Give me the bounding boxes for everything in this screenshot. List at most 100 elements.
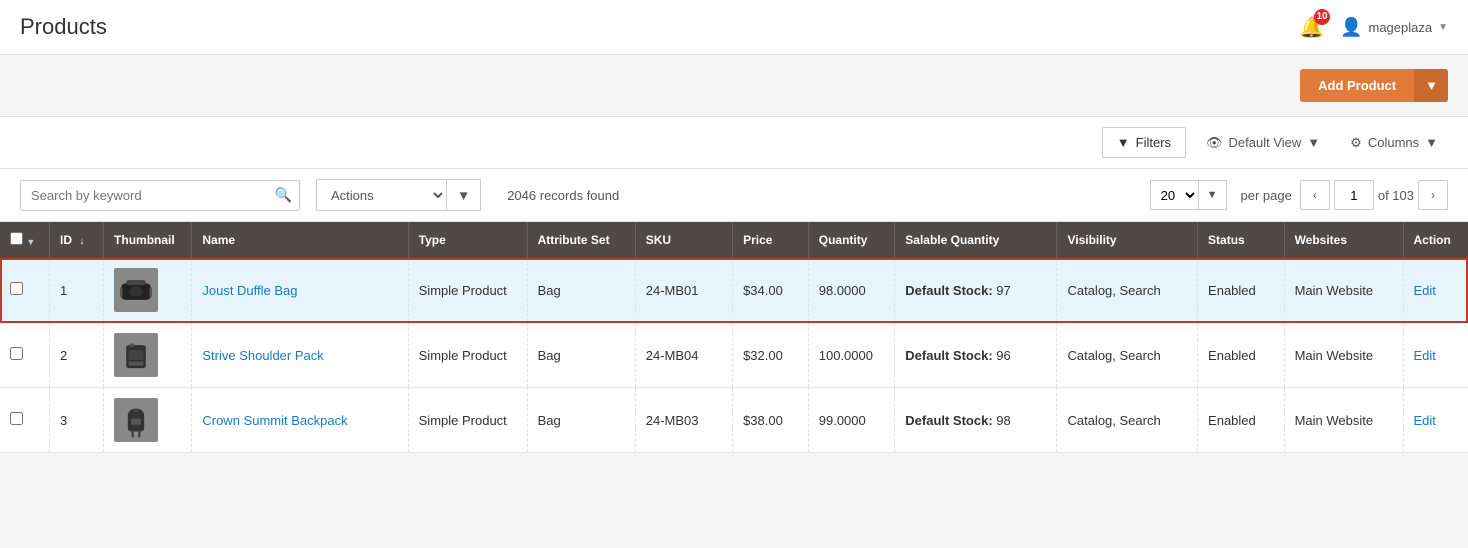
- th-status: Status: [1198, 222, 1285, 258]
- row-checkbox[interactable]: [10, 412, 23, 425]
- search-actions-bar: 🔍 Actions ▼ 2046 records found 20 ▼ per …: [0, 169, 1468, 222]
- row-websites: Main Website: [1284, 323, 1403, 388]
- id-sort-icon[interactable]: ↓: [79, 236, 84, 247]
- th-name-label: Name: [202, 233, 235, 247]
- th-action: Action: [1403, 222, 1468, 258]
- default-view-button[interactable]: 👁 Default View ▼: [1196, 128, 1330, 158]
- th-thumbnail-label: Thumbnail: [114, 233, 175, 247]
- row-websites: Main Website: [1284, 388, 1403, 453]
- row-type: Simple Product: [408, 323, 527, 388]
- add-product-dropdown-icon[interactable]: ▼: [1414, 69, 1448, 102]
- search-input-wrap: 🔍: [20, 180, 300, 211]
- search-input[interactable]: [20, 180, 300, 211]
- funnel-icon: ▼: [1117, 135, 1130, 150]
- chevron-down-icon: ▼: [1438, 22, 1448, 33]
- total-pages-label: of 103: [1378, 188, 1414, 203]
- add-product-button[interactable]: Add Product ▼: [1300, 69, 1448, 102]
- prev-page-button[interactable]: ‹: [1300, 180, 1330, 210]
- user-menu[interactable]: 👤 mageplaza ▼: [1340, 17, 1448, 38]
- row-attribute-set: Bag: [527, 388, 635, 453]
- th-visibility: Visibility: [1057, 222, 1198, 258]
- per-page-dropdown-button[interactable]: ▼: [1198, 180, 1227, 210]
- per-page-select-wrap: 20 ▼: [1150, 180, 1227, 210]
- row-visibility: Catalog, Search: [1057, 258, 1198, 323]
- row-salable-quantity: Default Stock: 98: [895, 388, 1057, 453]
- row-price: $32.00: [733, 323, 809, 388]
- row-attribute-set: Bag: [527, 258, 635, 323]
- salable-label: Default Stock:: [905, 348, 992, 363]
- table-header-row: ▼ ID ↓ Thumbnail Name Type Attribute Set…: [0, 222, 1468, 258]
- notification-bell[interactable]: 🔔 10: [1299, 15, 1324, 40]
- row-id: 3: [49, 388, 103, 453]
- th-price: Price: [733, 222, 809, 258]
- row-action: Edit: [1403, 258, 1468, 323]
- page-title: Products: [20, 14, 107, 40]
- th-price-label: Price: [743, 233, 772, 247]
- row-salable-quantity: Default Stock: 97: [895, 258, 1057, 323]
- product-thumbnail: [114, 268, 158, 312]
- row-name: Strive Shoulder Pack: [192, 323, 408, 388]
- th-quantity: Quantity: [808, 222, 895, 258]
- actions-chevron-icon: ▼: [457, 188, 470, 203]
- edit-link[interactable]: Edit: [1414, 413, 1436, 428]
- username: mageplaza: [1368, 20, 1432, 35]
- view-chevron-icon: ▼: [1307, 135, 1320, 150]
- salable-label: Default Stock:: [905, 283, 992, 298]
- row-name: Crown Summit Backpack: [192, 388, 408, 453]
- th-websites-label: Websites: [1295, 233, 1347, 247]
- products-table: ▼ ID ↓ Thumbnail Name Type Attribute Set…: [0, 222, 1468, 453]
- row-visibility: Catalog, Search: [1057, 323, 1198, 388]
- per-page-select[interactable]: 20: [1150, 180, 1198, 210]
- salable-value: 98: [996, 413, 1010, 428]
- row-sku: 24-MB01: [635, 258, 732, 323]
- eye-icon: 👁: [1206, 135, 1223, 151]
- row-action: Edit: [1403, 323, 1468, 388]
- row-status: Enabled: [1198, 388, 1285, 453]
- row-quantity: 99.0000: [808, 388, 895, 453]
- next-page-button[interactable]: ›: [1418, 180, 1448, 210]
- select-all-checkbox[interactable]: [10, 232, 23, 245]
- salable-label: Default Stock:: [905, 413, 992, 428]
- row-attribute-set: Bag: [527, 323, 635, 388]
- filters-button[interactable]: ▼ Filters: [1102, 127, 1186, 158]
- table-row: 1 Joust Duffle Bag Simple Product Bag 24…: [0, 258, 1468, 323]
- th-status-label: Status: [1208, 233, 1245, 247]
- row-sku: 24-MB03: [635, 388, 732, 453]
- user-icon: 👤: [1340, 17, 1362, 38]
- columns-button[interactable]: ⚙ Columns ▼: [1340, 128, 1448, 158]
- th-thumbnail: Thumbnail: [104, 222, 192, 258]
- edit-link[interactable]: Edit: [1414, 283, 1436, 298]
- product-name-link[interactable]: Joust Duffle Bag: [202, 283, 297, 298]
- row-checkbox[interactable]: [10, 282, 23, 295]
- product-name-link[interactable]: Crown Summit Backpack: [202, 413, 347, 428]
- add-product-main-label[interactable]: Add Product: [1300, 69, 1414, 102]
- edit-link[interactable]: Edit: [1414, 348, 1436, 363]
- pagination-wrap: 20 ▼ per page ‹ of 103 ›: [1150, 180, 1448, 210]
- row-price: $34.00: [733, 258, 809, 323]
- row-status: Enabled: [1198, 258, 1285, 323]
- row-quantity: 98.0000: [808, 258, 895, 323]
- product-thumbnail: [114, 398, 158, 442]
- th-sku: SKU: [635, 222, 732, 258]
- row-thumbnail: [104, 258, 192, 323]
- product-name-link[interactable]: Strive Shoulder Pack: [202, 348, 323, 363]
- th-visibility-label: Visibility: [1067, 233, 1116, 247]
- row-checkbox-cell: [0, 258, 49, 323]
- row-id: 1: [49, 258, 103, 323]
- actions-dropdown-button[interactable]: ▼: [446, 179, 481, 211]
- row-checkbox[interactable]: [10, 347, 23, 360]
- row-visibility: Catalog, Search: [1057, 388, 1198, 453]
- current-page-input[interactable]: [1334, 180, 1374, 210]
- row-type: Simple Product: [408, 388, 527, 453]
- th-websites: Websites: [1284, 222, 1403, 258]
- row-thumbnail: [104, 388, 192, 453]
- salable-value: 96: [996, 348, 1010, 363]
- columns-label: Columns: [1368, 135, 1419, 150]
- row-status: Enabled: [1198, 323, 1285, 388]
- th-name: Name: [192, 222, 408, 258]
- table-row: 3 Crown Summit Backpack Simple Product B…: [0, 388, 1468, 453]
- toolbar-bar: Add Product ▼: [0, 55, 1468, 117]
- th-action-label: Action: [1414, 233, 1451, 247]
- table-row: 2 Strive Shoulder Pack Simple Product Ba…: [0, 323, 1468, 388]
- actions-select[interactable]: Actions: [316, 179, 446, 211]
